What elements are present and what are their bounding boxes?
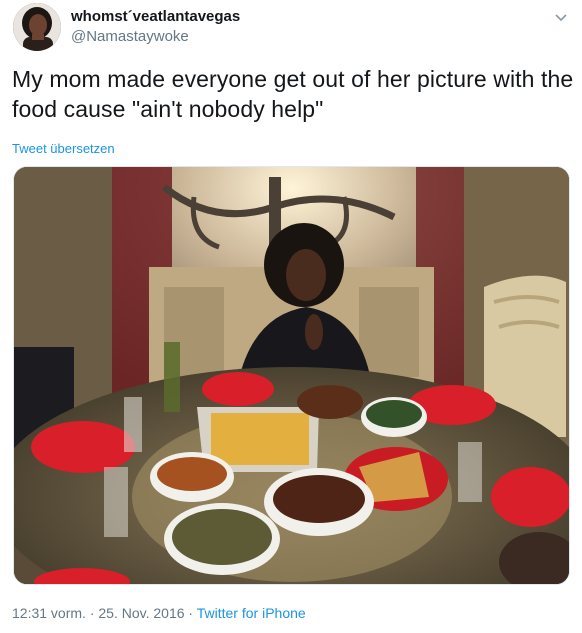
tweet-time[interactable]: 12:31 vorm. [12, 605, 86, 621]
tweet-photo[interactable] [13, 166, 570, 585]
meta-separator: · [184, 605, 197, 621]
tweet-text: My mom made everyone get out of her pict… [12, 66, 574, 122]
chevron-down-icon[interactable] [552, 9, 570, 27]
user-handle[interactable]: @Namastaywoke [71, 28, 189, 45]
translate-tweet-link[interactable]: Tweet übersetzen [12, 141, 115, 156]
avatar-image [13, 3, 61, 51]
avatar[interactable] [13, 3, 61, 51]
dinner-table-photo [14, 167, 569, 584]
tweet-card: whomst´veatlantavegas @Namastaywoke My m… [0, 0, 582, 633]
tweet-date[interactable]: 25. Nov. 2016 [98, 605, 184, 621]
meta-separator: · [85, 605, 99, 621]
tweet-source-link[interactable]: Twitter for iPhone [197, 605, 306, 621]
display-name[interactable]: whomst´veatlantavegas [71, 8, 240, 25]
tweet-meta: 12:31 vorm. · 25. Nov. 2016 · Twitter fo… [12, 605, 306, 621]
